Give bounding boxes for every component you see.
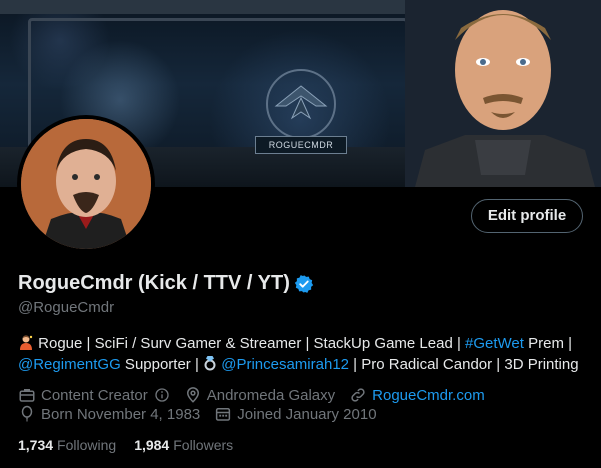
meta-location-text: Andromeda Galaxy	[206, 386, 336, 404]
meta-birthday-text: Born November 4, 1983	[41, 405, 201, 423]
calendar-icon	[216, 408, 231, 421]
profile-handle: @RogueCmdr	[18, 299, 115, 316]
display-name: RogueCmdr (Kick / TTV / YT)	[18, 272, 290, 294]
bio-text-3: Supporter |	[120, 356, 204, 373]
banner-hud-caption: ROGUECMDR	[255, 136, 347, 154]
following-count: 1,734	[18, 437, 54, 453]
avatar-photo	[21, 119, 151, 249]
briefcase-icon	[19, 389, 35, 402]
bio-text-4: | Pro Radical Candor | 3D Printing	[349, 356, 579, 373]
profile-bio: Rogue | SciFi / Surv Gamer & Streamer | …	[18, 333, 588, 375]
following-link[interactable]: 1,734 Following	[18, 437, 116, 453]
mention-link-regimentgg[interactable]: @RegimentGG	[18, 356, 121, 373]
profile-avatar[interactable]	[17, 115, 155, 253]
link-icon	[351, 388, 365, 402]
website-link[interactable]: RogueCmdr.com	[372, 387, 485, 404]
display-name-row: RogueCmdr (Kick / TTV / YT)	[18, 272, 314, 295]
followers-label: Followers	[173, 437, 234, 453]
edit-profile-button[interactable]: Edit profile	[471, 199, 583, 233]
meta-location: Andromeda Galaxy	[184, 386, 335, 404]
profile-meta-row-2: Born November 4, 1983 Joined January 201…	[18, 405, 391, 423]
meta-category[interactable]: Content Creator	[18, 386, 170, 404]
profile-meta-row-1: Content Creator Andromeda Galaxy RogueCm…	[18, 386, 499, 404]
bio-text-2: Prem |	[523, 335, 573, 352]
bio-line-2: @RegimentGG Supporter | @Princesamirah12…	[18, 354, 588, 375]
following-label: Following	[57, 437, 117, 453]
followers-link[interactable]: 1,984 Followers	[134, 437, 233, 453]
verified-badge-icon[interactable]	[294, 274, 314, 294]
person-emoji-icon	[20, 335, 33, 350]
bio-text-1: Rogue | SciFi / Surv Gamer & Streamer | …	[34, 335, 466, 352]
mention-link-princesamirah12[interactable]: @Princesamirah12	[221, 356, 349, 373]
meta-joined: Joined January 2010	[214, 405, 377, 423]
meta-joined-text: Joined January 2010	[237, 405, 377, 423]
ring-emoji-icon	[204, 356, 216, 371]
follow-stats: 1,734 Following 1,984 Followers	[18, 437, 251, 453]
hashtag-link-getwet[interactable]: #GetWet	[465, 335, 524, 352]
bio-line-1: Rogue | SciFi / Surv Gamer & Streamer | …	[18, 333, 588, 354]
meta-birthday: Born November 4, 1983	[18, 405, 200, 423]
meta-website[interactable]: RogueCmdr.com	[349, 386, 485, 404]
location-pin-icon	[186, 387, 199, 403]
banner-portrait	[405, 0, 601, 187]
balloon-icon	[21, 405, 33, 422]
info-icon[interactable]	[154, 387, 170, 403]
meta-category-text: Content Creator	[41, 386, 148, 404]
followers-count: 1,984	[134, 437, 170, 453]
